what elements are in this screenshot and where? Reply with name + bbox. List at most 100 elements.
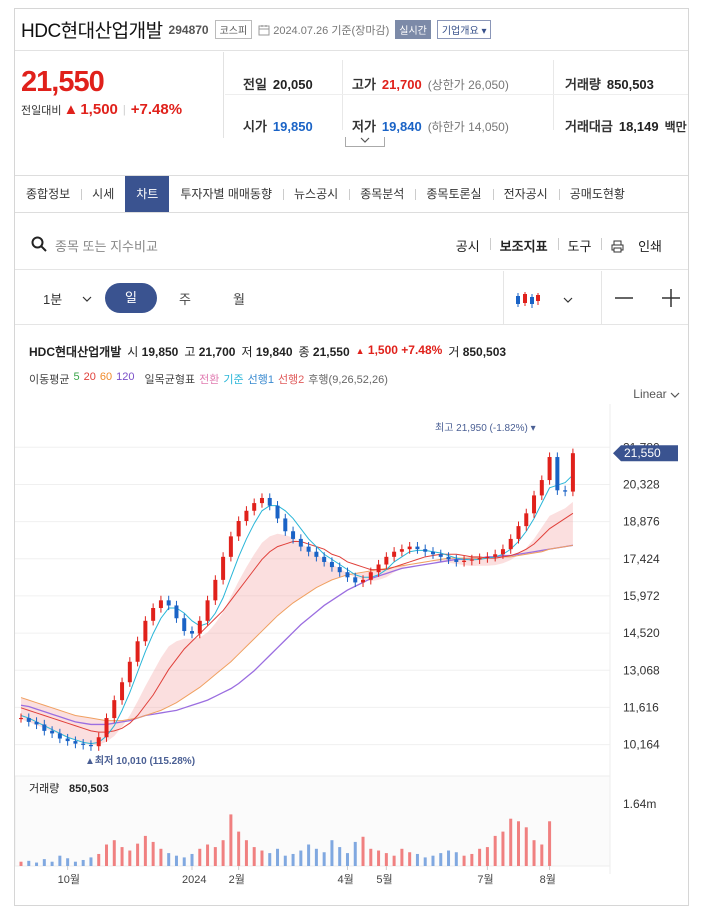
search-input[interactable]: 종목 또는 지수비교 bbox=[55, 236, 158, 255]
candle-body bbox=[120, 682, 125, 701]
volume-bar bbox=[221, 840, 225, 866]
volume-bar bbox=[345, 853, 349, 866]
scale-dropdown[interactable]: Linear bbox=[633, 387, 680, 401]
candle-body bbox=[438, 554, 443, 557]
period-selector: 1분 일 주 월 bbox=[15, 271, 688, 325]
volume-bar bbox=[268, 853, 272, 866]
tab-chart[interactable]: 차트 bbox=[125, 176, 170, 212]
volume-bar bbox=[206, 844, 210, 866]
period-week-button[interactable]: 주 bbox=[179, 289, 191, 308]
high-annotation: 최고 21,950 (-1.82%) ▾ bbox=[435, 422, 536, 434]
period-day-button[interactable]: 일 bbox=[105, 283, 157, 313]
volume-bar bbox=[27, 860, 31, 866]
candle-body bbox=[462, 560, 467, 562]
change-percent: +7.48% bbox=[130, 101, 183, 118]
collapse-toggle[interactable] bbox=[345, 137, 385, 147]
realtime-button[interactable]: 실시간 bbox=[395, 20, 431, 39]
search-icon[interactable] bbox=[31, 236, 47, 252]
volume-bar bbox=[283, 855, 287, 866]
candle-body bbox=[306, 546, 311, 552]
date-info: 2024.07.26 기준(장마감) bbox=[258, 22, 389, 38]
tab-analysis[interactable]: 종목분석 bbox=[349, 176, 415, 212]
volume-bar bbox=[229, 814, 233, 866]
volume-label: 거래량 bbox=[29, 782, 59, 795]
stat-high: 고가 21,700 (상한가 26,050) bbox=[352, 77, 509, 92]
price-stats: 전일 20,050 고가 21,700 (상한가 26,050) 거래량 850,503… bbox=[225, 52, 688, 138]
volume-bar bbox=[431, 855, 435, 866]
zoom-out-icon[interactable] bbox=[615, 297, 633, 299]
volume-bar bbox=[548, 821, 552, 866]
candlestick-type-icon[interactable] bbox=[515, 291, 541, 309]
volume-bar bbox=[314, 848, 318, 866]
tab-investor-trend[interactable]: 투자자별 매매동향 bbox=[169, 176, 283, 212]
tab-discussion[interactable]: 종목토론실 bbox=[415, 176, 492, 212]
company-overview-dropdown[interactable]: 기업개요 ▾ bbox=[436, 20, 492, 39]
candle-body bbox=[174, 605, 179, 619]
volume-bar bbox=[353, 841, 357, 866]
candle-body bbox=[368, 572, 373, 580]
tool-drawing[interactable]: 도구 bbox=[557, 236, 602, 255]
ma5-legend: 5 bbox=[73, 371, 80, 383]
tool-print[interactable]: 인쇄 bbox=[601, 236, 682, 255]
volume-bar bbox=[540, 844, 544, 866]
tab-bar: 종합정보 시세 차트 투자자별 매매동향 뉴스공시 종목분석 종목토론실 전자공… bbox=[15, 175, 688, 213]
y-tick-label: 10,164 bbox=[623, 738, 660, 752]
candle-body bbox=[508, 538, 513, 550]
volume-bar bbox=[330, 840, 334, 866]
volume-bar bbox=[143, 835, 147, 866]
tab-overview[interactable]: 종합정보 bbox=[15, 176, 81, 212]
y-tick-label: 17,424 bbox=[623, 552, 660, 566]
tab-disclosure[interactable]: 전자공시 bbox=[492, 176, 559, 212]
candle-body bbox=[50, 730, 55, 734]
ma5-line bbox=[20, 474, 574, 745]
volume-bar bbox=[501, 831, 505, 866]
candle-body bbox=[361, 579, 366, 583]
x-tick-label: 5월 bbox=[376, 873, 392, 886]
ohlc-high: 고 21,700 bbox=[184, 345, 236, 359]
stock-chart-page: HDC현대산업개발 294870 코스피 2024.07.26 기준(장마감) … bbox=[14, 8, 689, 906]
candle-body bbox=[135, 641, 140, 662]
x-tick-label: 10월 bbox=[58, 873, 80, 886]
minute-label: 1분 bbox=[43, 292, 63, 307]
current-price: 21,550 bbox=[21, 66, 105, 98]
volume-bar bbox=[136, 843, 140, 866]
stat-open: 시가 19,850 bbox=[243, 119, 313, 134]
tab-quote[interactable]: 시세 bbox=[81, 176, 125, 212]
candle-body bbox=[112, 700, 117, 719]
candle-body bbox=[283, 518, 288, 532]
candle-body bbox=[314, 551, 319, 557]
tool-disclosure[interactable]: 공시 bbox=[446, 236, 490, 255]
ma60-legend: 60 bbox=[99, 371, 113, 383]
volume-bar bbox=[439, 853, 443, 866]
candle-body bbox=[65, 738, 70, 742]
volume-bar bbox=[167, 853, 171, 866]
compare-search-bar: 종목 또는 지수비교 공시 보조지표 도구 인쇄 bbox=[15, 214, 688, 270]
volume-bar bbox=[89, 857, 93, 866]
volume-bar bbox=[408, 852, 412, 866]
candle-body bbox=[353, 577, 358, 583]
volume-bar bbox=[415, 853, 419, 866]
volume-bar bbox=[462, 855, 466, 866]
ma-label: 이동평균 bbox=[29, 374, 70, 386]
candle-body bbox=[259, 497, 264, 504]
volume-value: 850,503 bbox=[69, 783, 109, 795]
printer-icon bbox=[611, 240, 624, 253]
period-month-button[interactable]: 월 bbox=[233, 289, 245, 308]
y-tick-label: 18,876 bbox=[623, 515, 660, 529]
tab-short-selling[interactable]: 공매도현황 bbox=[558, 176, 636, 212]
candle-body bbox=[244, 510, 249, 522]
candle-body bbox=[182, 618, 187, 632]
minute-dropdown[interactable]: 1분 bbox=[43, 289, 92, 308]
candle-body bbox=[532, 495, 537, 514]
volume-bar bbox=[509, 818, 513, 866]
ichimoku-cloud bbox=[21, 501, 573, 745]
candle-body bbox=[477, 558, 482, 560]
price-chart[interactable]: 21,78020,32818,87617,42415,97214,52013,0… bbox=[15, 404, 689, 906]
tool-indicators[interactable]: 보조지표 bbox=[489, 236, 558, 255]
zoom-in-icon[interactable] bbox=[662, 289, 680, 307]
ma20-legend: 20 bbox=[83, 371, 96, 383]
tab-news[interactable]: 뉴스공시 bbox=[283, 176, 349, 212]
candle-body bbox=[469, 559, 474, 561]
volume-bar bbox=[198, 848, 202, 866]
chevron-down-icon[interactable] bbox=[563, 297, 573, 303]
